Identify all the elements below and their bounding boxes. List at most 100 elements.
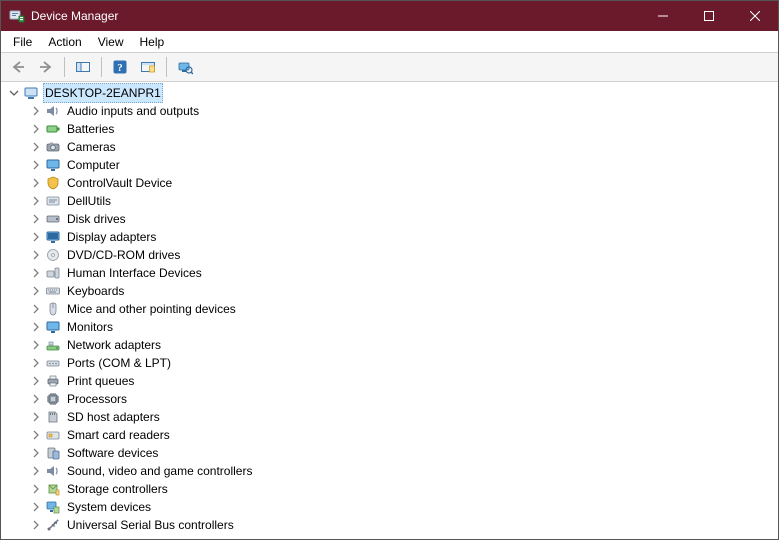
window: Device Manager File Action View Help ? xyxy=(0,0,779,540)
tree-item[interactable]: Computer xyxy=(5,156,778,174)
tree-item[interactable]: Print queues xyxy=(5,372,778,390)
expand-icon[interactable] xyxy=(29,194,43,208)
expand-icon[interactable] xyxy=(29,266,43,280)
minimize-button[interactable] xyxy=(640,1,686,31)
tree-item[interactable]: Monitors xyxy=(5,318,778,336)
expand-icon[interactable] xyxy=(29,410,43,424)
tree-item[interactable]: Human Interface Devices xyxy=(5,264,778,282)
collapse-icon[interactable] xyxy=(7,86,21,100)
tree-item-label: Display adapters xyxy=(65,228,158,246)
tree-item[interactable]: DVD/CD-ROM drives xyxy=(5,246,778,264)
expand-icon[interactable] xyxy=(29,212,43,226)
shield-icon xyxy=(45,175,61,191)
network-icon xyxy=(45,337,61,353)
tree-item[interactable]: Mice and other pointing devices xyxy=(5,300,778,318)
tree-item[interactable]: ControlVault Device xyxy=(5,174,778,192)
device-tree[interactable]: DESKTOP-2EANPR1 Audio inputs and outputs… xyxy=(1,82,778,539)
tree-item[interactable]: Keyboards xyxy=(5,282,778,300)
expand-icon[interactable] xyxy=(29,446,43,460)
expand-icon[interactable] xyxy=(29,302,43,316)
usb-icon xyxy=(45,517,61,533)
tree-item-label: Mice and other pointing devices xyxy=(65,300,238,318)
storage-icon xyxy=(45,481,61,497)
expand-icon[interactable] xyxy=(29,428,43,442)
expand-icon[interactable] xyxy=(29,500,43,514)
device-manager-icon xyxy=(9,8,25,24)
expand-icon[interactable] xyxy=(29,518,43,532)
tree-item[interactable]: Smart card readers xyxy=(5,426,778,444)
properties-button[interactable] xyxy=(135,55,161,79)
printer-icon xyxy=(45,373,61,389)
toolbar-separator xyxy=(101,57,102,77)
menu-file[interactable]: File xyxy=(5,33,40,51)
tree-item-label: Software devices xyxy=(65,444,160,462)
scan-hardware-button[interactable] xyxy=(172,55,198,79)
menu-help[interactable]: Help xyxy=(132,33,173,51)
tree-item-label: Print queues xyxy=(65,372,136,390)
tree-item-label: Cameras xyxy=(65,138,118,156)
tree-item[interactable]: Audio inputs and outputs xyxy=(5,102,778,120)
expand-icon[interactable] xyxy=(29,140,43,154)
tree-item[interactable]: Batteries xyxy=(5,120,778,138)
expand-icon[interactable] xyxy=(29,248,43,262)
tree-item[interactable]: Software devices xyxy=(5,444,778,462)
camera-icon xyxy=(45,139,61,155)
smartcard-icon xyxy=(45,427,61,443)
expand-icon[interactable] xyxy=(29,356,43,370)
expand-icon[interactable] xyxy=(29,284,43,298)
expand-icon[interactable] xyxy=(29,374,43,388)
tree-root[interactable]: DESKTOP-2EANPR1 xyxy=(5,84,778,102)
tree-item-label: DellUtils xyxy=(65,192,113,210)
panel-icon xyxy=(75,59,91,75)
back-button[interactable] xyxy=(5,55,31,79)
expand-icon[interactable] xyxy=(29,338,43,352)
forward-button[interactable] xyxy=(33,55,59,79)
tree-item[interactable]: System devices xyxy=(5,498,778,516)
close-button[interactable] xyxy=(732,1,778,31)
tree-item[interactable]: SD host adapters xyxy=(5,408,778,426)
tree-item[interactable]: Disk drives xyxy=(5,210,778,228)
expand-icon[interactable] xyxy=(29,392,43,406)
tree-item-label: Keyboards xyxy=(65,282,126,300)
maximize-button[interactable] xyxy=(686,1,732,31)
port-icon xyxy=(45,355,61,371)
expand-icon[interactable] xyxy=(29,230,43,244)
tree-item-label: DVD/CD-ROM drives xyxy=(65,246,182,264)
audio-icon xyxy=(45,463,61,479)
expand-icon[interactable] xyxy=(29,158,43,172)
tree-item[interactable]: Display adapters xyxy=(5,228,778,246)
audio-icon xyxy=(45,103,61,119)
menu-action[interactable]: Action xyxy=(40,33,89,51)
menubar: File Action View Help xyxy=(1,31,778,53)
tree-item[interactable]: Processors xyxy=(5,390,778,408)
disk-icon xyxy=(45,211,61,227)
expand-icon[interactable] xyxy=(29,320,43,334)
window-title: Device Manager xyxy=(31,9,640,23)
expand-icon[interactable] xyxy=(29,122,43,136)
hid-icon xyxy=(45,265,61,281)
tree-item[interactable]: DellUtils xyxy=(5,192,778,210)
expand-icon[interactable] xyxy=(29,104,43,118)
tree-item[interactable]: Network adapters xyxy=(5,336,778,354)
tree-item[interactable]: Ports (COM & LPT) xyxy=(5,354,778,372)
tree-item-label: ControlVault Device xyxy=(65,174,174,192)
expand-icon[interactable] xyxy=(29,464,43,478)
tree-item[interactable]: Universal Serial Bus controllers xyxy=(5,516,778,534)
computer-icon xyxy=(23,85,39,101)
show-hide-console-button[interactable] xyxy=(70,55,96,79)
monitor-icon xyxy=(45,157,61,173)
scan-icon xyxy=(177,59,193,75)
menu-view[interactable]: View xyxy=(90,33,132,51)
tree-item-label: SD host adapters xyxy=(65,408,162,426)
help-button[interactable]: ? xyxy=(107,55,133,79)
expand-icon[interactable] xyxy=(29,176,43,190)
tree-item-label: Processors xyxy=(65,390,129,408)
battery-icon xyxy=(45,121,61,137)
tree-item[interactable]: Storage controllers xyxy=(5,480,778,498)
tree-item[interactable]: Cameras xyxy=(5,138,778,156)
expand-icon[interactable] xyxy=(29,482,43,496)
tree-item[interactable]: Sound, video and game controllers xyxy=(5,462,778,480)
toolbar-separator xyxy=(64,57,65,77)
cpu-icon xyxy=(45,391,61,407)
svg-text:?: ? xyxy=(117,62,123,74)
